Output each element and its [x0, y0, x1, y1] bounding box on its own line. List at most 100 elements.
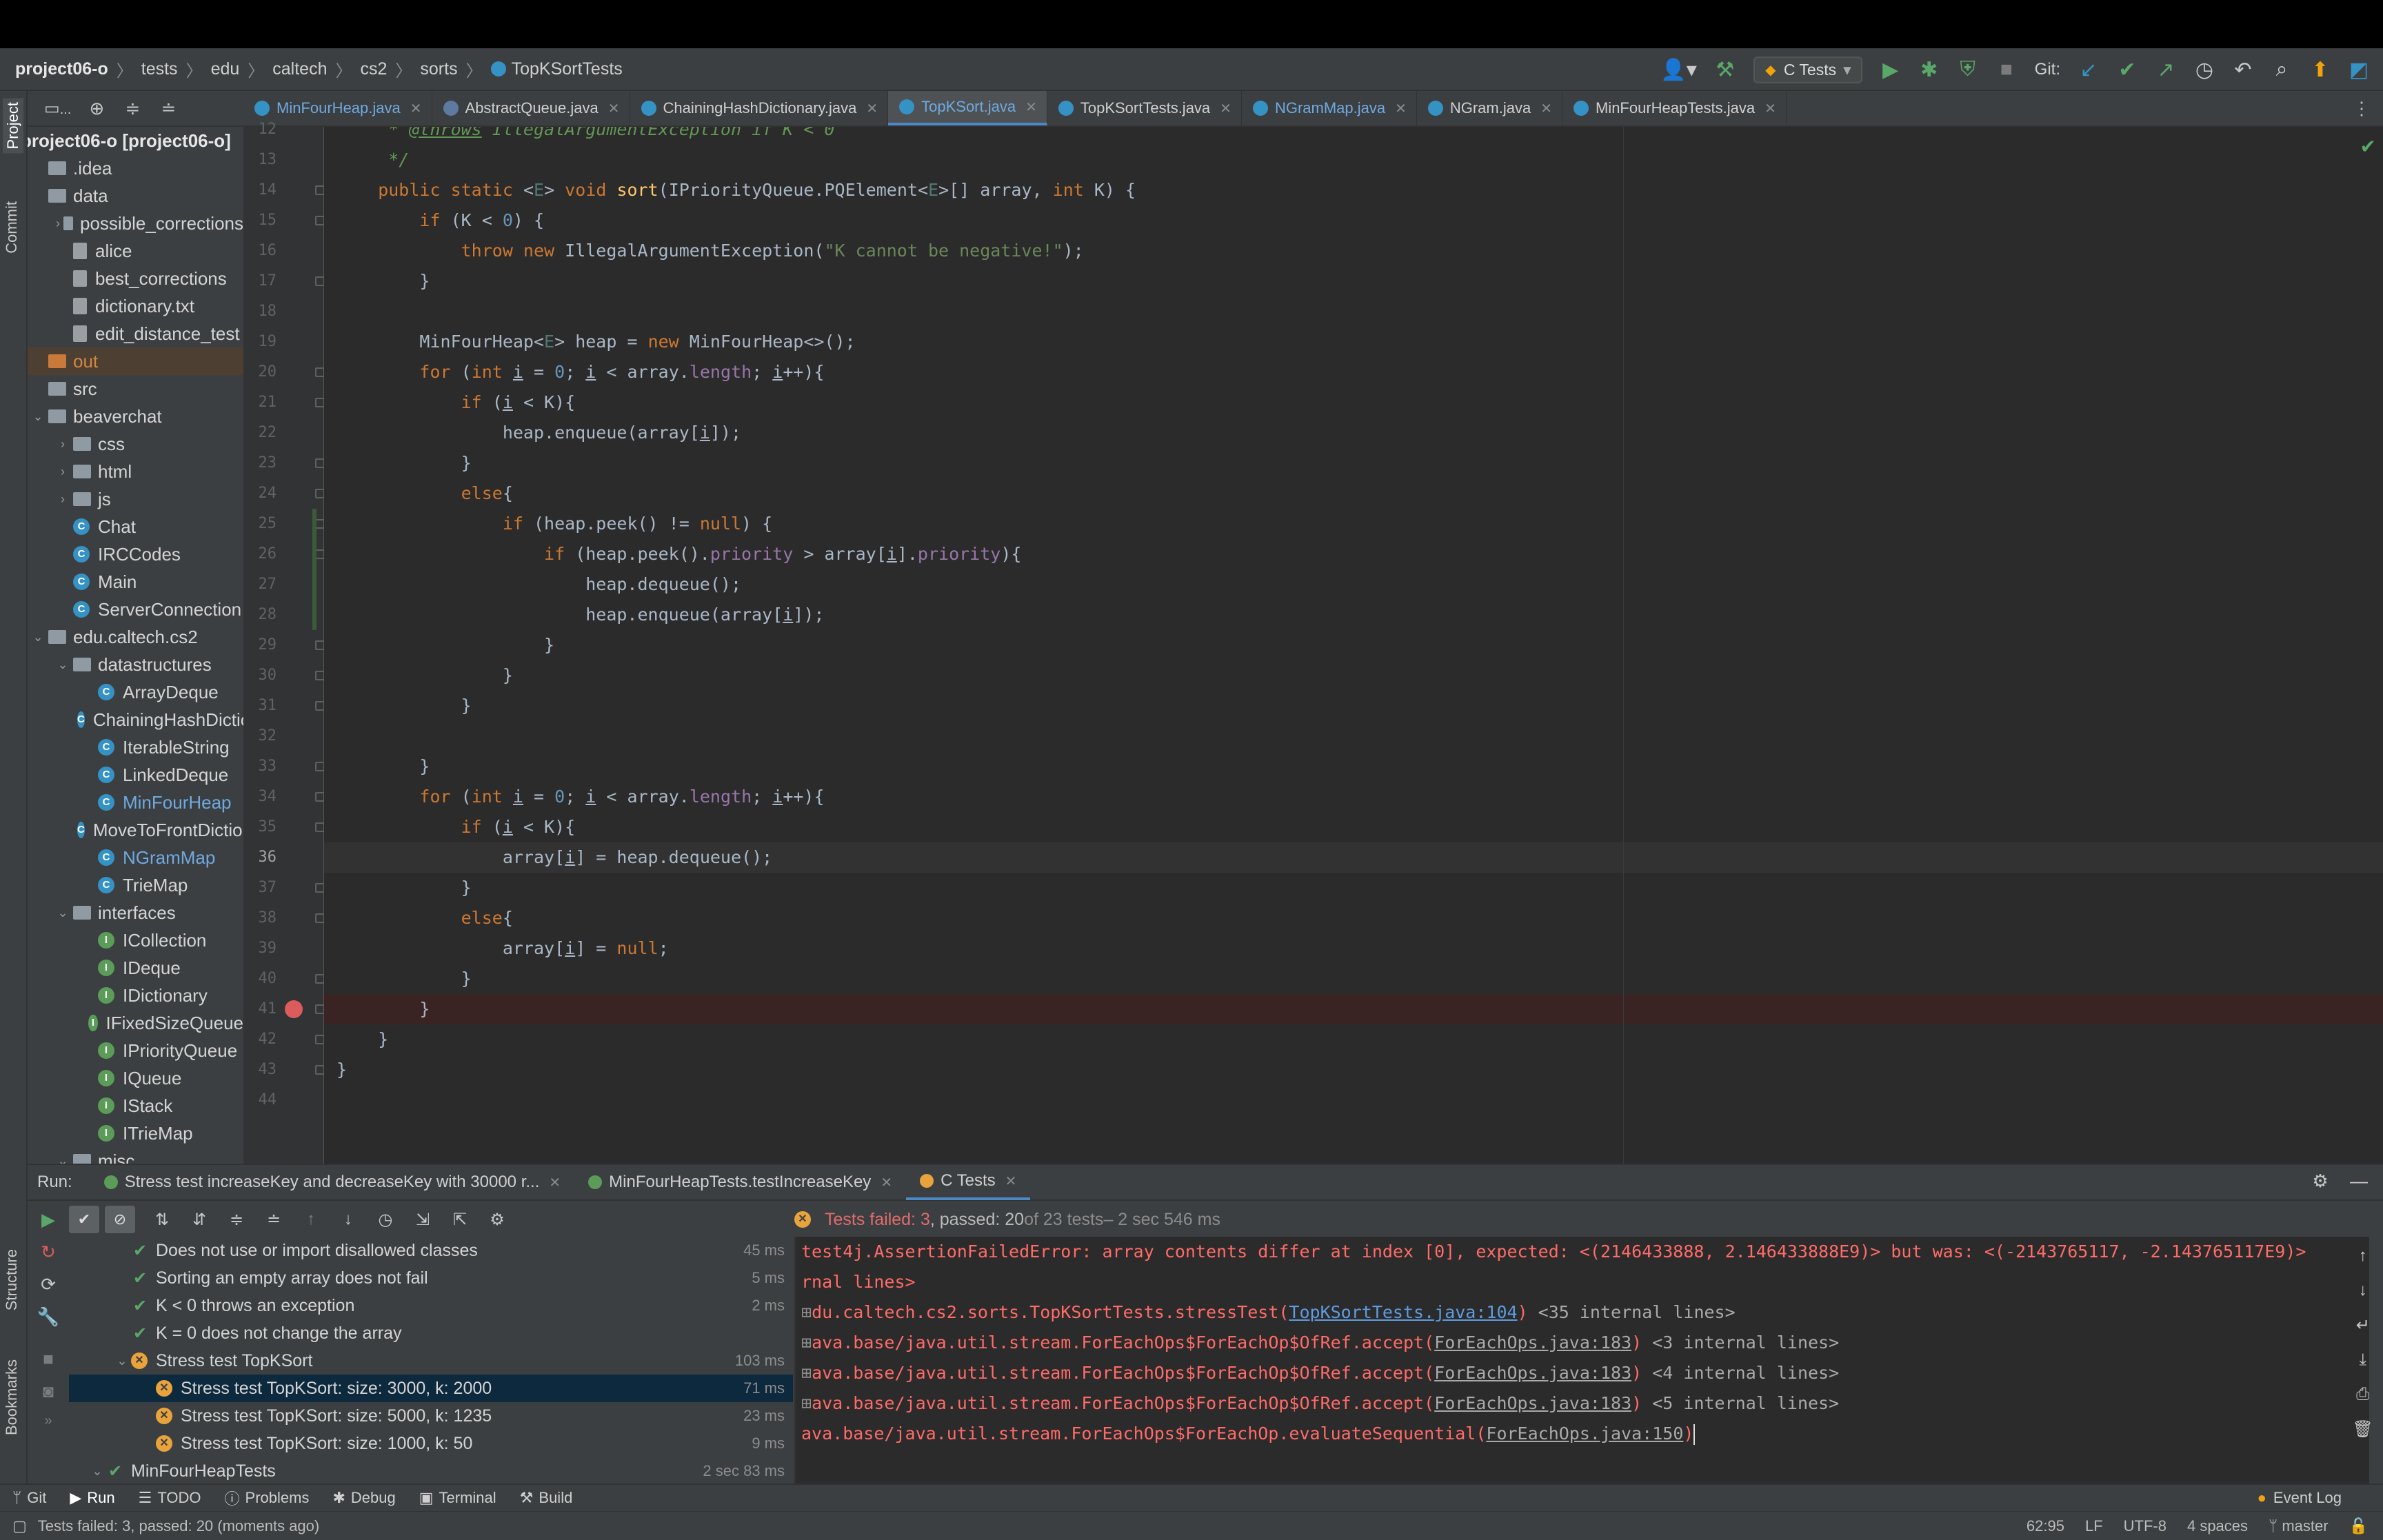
update-icon[interactable]: ⬆: [2310, 58, 2331, 82]
test-result-row[interactable]: ✕ Stress test TopKSort: size: 1000, k: 50…: [69, 1430, 793, 1457]
project-tree-item[interactable]: › css: [28, 430, 243, 458]
console-line[interactable]: ⊞du.caltech.cs2.sorts.TopKSortTests.stre…: [796, 1297, 2369, 1328]
project-tree-item[interactable]: .idea: [28, 154, 243, 182]
code-line[interactable]: heap.enqueue(array[i]);: [324, 600, 2383, 630]
run-configuration-select[interactable]: ◆ C Tests ▾: [1753, 56, 1862, 83]
internal-lines-fold[interactable]: <5 internal lines>: [1642, 1393, 1839, 1413]
project-tree-item[interactable]: ⌄ edu.caltech.cs2: [28, 623, 243, 651]
code-editor[interactable]: * @throws IllegalArgumentException if K …: [324, 127, 2383, 1164]
chevron-down-icon[interactable]: ⌄: [113, 1354, 131, 1368]
project-root[interactable]: project06-o [project06-o]: [28, 127, 243, 154]
scroll-up-icon[interactable]: ↑: [2353, 1246, 2373, 1266]
code-line[interactable]: heap.dequeue();: [324, 569, 2383, 600]
editor-tab[interactable]: NGram.java ✕: [1417, 91, 1562, 125]
console-line[interactable]: ⊞ava.base/java.util.stream.ForEachOps$Fo…: [796, 1388, 2369, 1419]
line-separator[interactable]: LF: [2085, 1517, 2103, 1535]
structure-tool-tab[interactable]: Structure: [3, 1249, 21, 1310]
inspection-ok-icon[interactable]: ✔: [2360, 135, 2376, 158]
library-source-link[interactable]: ForEachOps.java:183: [1434, 1333, 1631, 1352]
console-line[interactable]: ⊞ava.base/java.util.stream.ForEachOps$Fo…: [796, 1358, 2369, 1388]
fold-marker-icon[interactable]: [315, 489, 325, 498]
status-message[interactable]: Tests failed: 3, passed: 20 (moments ago…: [38, 1517, 319, 1535]
rerun-failed-icon[interactable]: ↻: [28, 1242, 69, 1263]
project-tree-item[interactable]: C ArrayDeque: [28, 678, 243, 706]
todo-tool-tab[interactable]: ☰ TODO: [139, 1489, 201, 1507]
debug-tool-tab[interactable]: ✱ Debug: [332, 1489, 395, 1507]
code-line[interactable]: [324, 296, 2383, 327]
project-tree-item[interactable]: I ITrieMap: [28, 1119, 243, 1147]
expand-icon[interactable]: ⊞: [801, 1393, 812, 1413]
library-source-link[interactable]: ForEachOps.java:183: [1434, 1363, 1631, 1383]
sort-by-duration-icon[interactable]: ⇵: [189, 1210, 210, 1230]
chevron-down-icon[interactable]: ⌄: [52, 1154, 73, 1164]
project-tree-item[interactable]: › possible_corrections: [28, 210, 243, 237]
rollback-icon[interactable]: ↶: [2233, 58, 2253, 82]
code-line[interactable]: }: [324, 630, 2383, 660]
test-result-row[interactable]: ✔ Does not use or import disallowed class…: [69, 1237, 793, 1264]
fold-marker-icon[interactable]: [315, 701, 325, 711]
close-icon[interactable]: ✕: [1005, 1173, 1017, 1190]
stop-icon[interactable]: ■: [28, 1348, 69, 1370]
project-tree-item[interactable]: ⌄ interfaces: [28, 899, 243, 926]
breadcrumb-item[interactable]: caltech: [272, 59, 327, 79]
test-result-row[interactable]: ✔ Sorting an empty array does not fail 5 m…: [69, 1264, 793, 1292]
code-line[interactable]: }: [324, 873, 2383, 903]
close-icon[interactable]: ✕: [1540, 100, 1552, 117]
git-update-icon[interactable]: ↙: [2078, 58, 2099, 82]
toggle-auto-test-icon[interactable]: ⟳: [28, 1274, 69, 1295]
code-line[interactable]: }: [324, 751, 2383, 782]
project-tree-item[interactable]: I IDictionary: [28, 982, 243, 1009]
code-line[interactable]: }: [324, 691, 2383, 721]
breakpoint-icon[interactable]: [285, 1000, 303, 1018]
internal-lines-fold[interactable]: <3 internal lines>: [1642, 1333, 1839, 1352]
code-line[interactable]: public static <E> void sort(IPriorityQue…: [324, 175, 2383, 205]
chevron-down-icon[interactable]: ⌄: [28, 630, 48, 645]
project-tree-item[interactable]: C IRCCodes: [28, 540, 243, 568]
fold-marker-icon[interactable]: [315, 185, 325, 195]
chevron-right-icon[interactable]: ›: [52, 465, 73, 479]
fold-marker-icon[interactable]: [315, 913, 325, 923]
project-tree-item[interactable]: ⌄ beaverchat: [28, 403, 243, 430]
code-line[interactable]: }: [324, 994, 2383, 1024]
rerun-icon[interactable]: ▶: [28, 1209, 69, 1230]
code-line[interactable]: else{: [324, 903, 2383, 933]
code-line[interactable]: [324, 721, 2383, 751]
code-line[interactable]: if (i < K){: [324, 387, 2383, 418]
fold-marker-icon[interactable]: [315, 792, 325, 802]
chevron-right-icon[interactable]: ›: [52, 437, 73, 452]
test-result-row[interactable]: ⌄ ✕ Stress test TopKSort 103 ms: [69, 1347, 793, 1375]
test-result-row[interactable]: ✕ Stress test TopKSort: size: 5000, k: 12…: [69, 1402, 793, 1430]
fold-marker-icon[interactable]: [315, 398, 325, 407]
history-icon[interactable]: ◷: [2194, 58, 2215, 82]
editor-tab[interactable]: TopKSort.java ✕: [888, 91, 1047, 125]
run-tab[interactable]: MinFourHeapTests.testIncreaseKey ✕: [574, 1164, 906, 1200]
commit-tool-tab[interactable]: Commit: [3, 201, 21, 254]
run-icon[interactable]: ▶: [1880, 58, 1901, 82]
code-line[interactable]: }: [324, 660, 2383, 691]
user-icon[interactable]: 👤▾: [1660, 58, 1696, 82]
project-tree-item[interactable]: C MoveToFrontDictionary: [28, 816, 243, 844]
debug-icon[interactable]: ✱: [1919, 58, 1940, 82]
file-encoding[interactable]: UTF-8: [2124, 1517, 2166, 1535]
editor-tab[interactable]: TopKSortTests.java ✕: [1047, 91, 1242, 125]
close-icon[interactable]: ✕: [1395, 100, 1407, 117]
chevron-down-icon[interactable]: ⌄: [52, 658, 73, 672]
editor-tab[interactable]: ChainingHashDictionary.java ✕: [630, 91, 889, 125]
test-console-output[interactable]: test4j.AssertionFailedError: array conte…: [794, 1237, 2369, 1495]
code-line[interactable]: */: [324, 145, 2383, 175]
code-line[interactable]: [324, 1085, 2383, 1115]
minimize-icon[interactable]: —: [2349, 1171, 2369, 1192]
internal-lines-fold[interactable]: <35 internal lines>: [1528, 1302, 1736, 1322]
project-tree-item[interactable]: ⌄ datastructures: [28, 651, 243, 678]
run-tab[interactable]: Stress test increaseKey and decreaseKey …: [90, 1164, 574, 1200]
close-icon[interactable]: ✕: [1025, 99, 1037, 116]
code-line[interactable]: }: [324, 1055, 2383, 1085]
project-tree-item[interactable]: I IDeque: [28, 954, 243, 982]
project-tree-item[interactable]: C IterableString: [28, 733, 243, 761]
search-icon[interactable]: ⌕: [2271, 58, 2292, 81]
test-history-icon[interactable]: ◷: [375, 1210, 396, 1230]
test-result-row[interactable]: ✕ Stress test TopKSort: size: 3000, k: 20…: [69, 1375, 793, 1402]
show-ignored-toggle[interactable]: ⊘: [105, 1206, 135, 1233]
breadcrumb-item[interactable]: project06-o: [15, 59, 108, 79]
project-tree-item[interactable]: C LinkedDeque: [28, 761, 243, 789]
